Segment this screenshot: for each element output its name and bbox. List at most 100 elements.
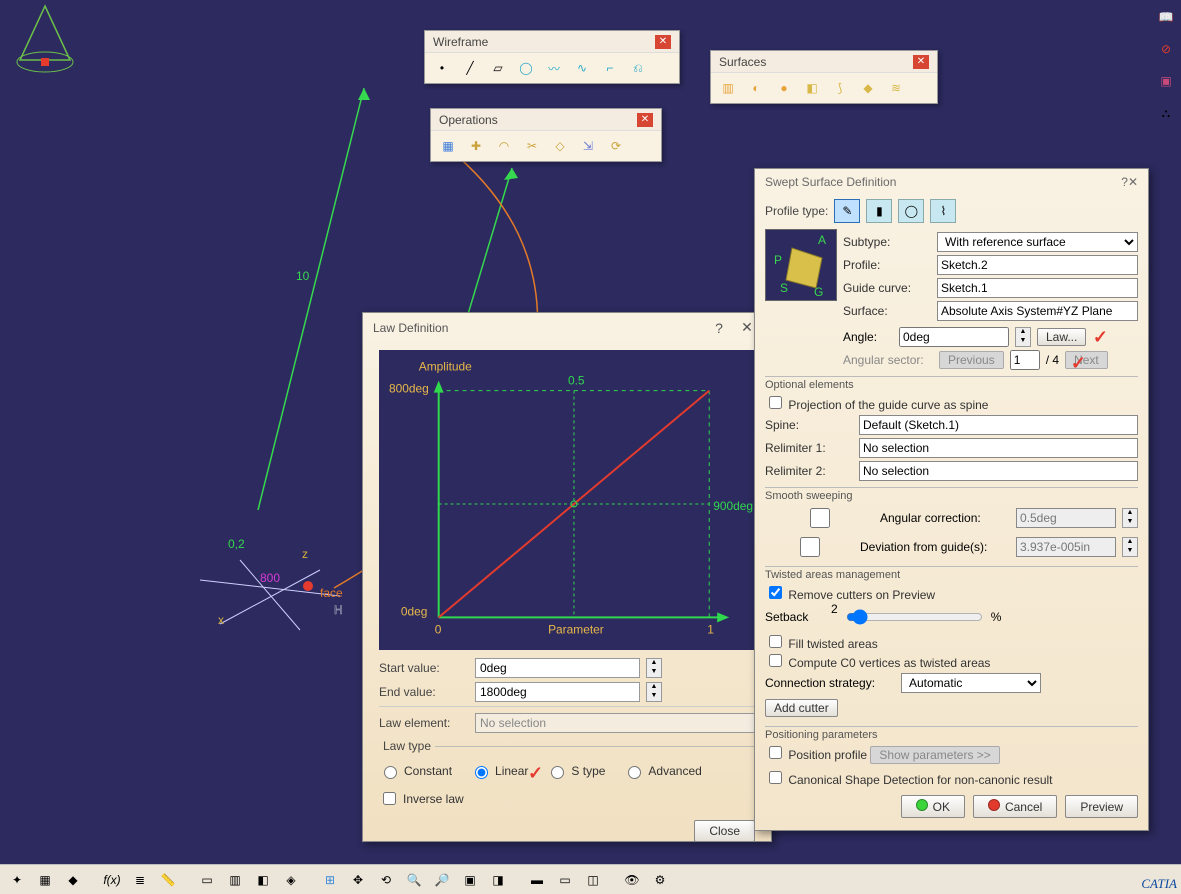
pos-profile-checkbox[interactable]: [769, 746, 782, 759]
wireframe-view-icon[interactable]: ▭: [554, 869, 576, 891]
radio-linear[interactable]: Linear: [470, 763, 528, 779]
revolve-icon[interactable]: ◐: [745, 77, 767, 99]
previous-button[interactable]: Previous: [939, 351, 1004, 369]
law-button[interactable]: Law...: [1037, 328, 1086, 346]
close-icon[interactable]: ✕: [655, 35, 671, 49]
angcorr-checkbox[interactable]: [769, 508, 871, 528]
surface-input[interactable]: [937, 301, 1138, 321]
profile-type-conic-icon[interactable]: ⌇: [930, 199, 956, 223]
error-icon[interactable]: ⊘: [1155, 38, 1177, 60]
curve-icon[interactable]: ∿: [571, 57, 593, 79]
dev-checkbox[interactable]: [769, 537, 851, 557]
extrude-icon[interactable]: ▥: [717, 77, 739, 99]
compass-icon[interactable]: [0, 0, 90, 90]
fill-twisted-checkbox[interactable]: [769, 635, 782, 648]
join-icon[interactable]: ▦: [437, 135, 459, 157]
plane-icon[interactable]: ▱: [487, 57, 509, 79]
pcs-icon[interactable]: ▣: [1155, 70, 1177, 92]
setback-slider[interactable]: [846, 607, 983, 627]
close-button[interactable]: Close: [694, 820, 755, 842]
settings-icon[interactable]: ⚙: [649, 869, 671, 891]
preview-button[interactable]: Preview: [1065, 795, 1138, 818]
end-value-input[interactable]: [475, 682, 640, 702]
point-icon[interactable]: •: [431, 57, 453, 79]
formula-icon[interactable]: f(x): [101, 869, 123, 891]
split-icon[interactable]: ◠: [493, 135, 515, 157]
measure-icon[interactable]: 📏: [157, 869, 179, 891]
hlr-icon[interactable]: ◫: [582, 869, 604, 891]
profile-type-explicit-icon[interactable]: ✎: [834, 199, 860, 223]
angcorr-spinner[interactable]: ▲▼: [1122, 508, 1138, 528]
extract-icon[interactable]: ⇲: [577, 135, 599, 157]
canonical-checkbox[interactable]: [769, 771, 782, 784]
dev-spinner[interactable]: ▲▼: [1122, 537, 1138, 557]
subtype-select[interactable]: With reference surface: [937, 232, 1138, 252]
remove-cutters-checkbox[interactable]: [769, 586, 782, 599]
view1-icon[interactable]: ▭: [196, 869, 218, 891]
grid-icon[interactable]: ▦: [34, 869, 56, 891]
zoom-out-icon[interactable]: 🔎: [431, 869, 453, 891]
sweep-icon[interactable]: ⟆: [829, 77, 851, 99]
inverse-law-checkbox[interactable]: [383, 792, 396, 805]
law-element-input[interactable]: [475, 713, 755, 733]
sphere-icon[interactable]: ●: [773, 77, 795, 99]
radio-stype[interactable]: S type: [546, 763, 605, 779]
angcorr-input[interactable]: [1016, 508, 1116, 528]
radio-advanced[interactable]: Advanced: [623, 763, 701, 779]
profile-type-line-icon[interactable]: ▮: [866, 199, 892, 223]
zoom-in-icon[interactable]: 🔍: [403, 869, 425, 891]
start-value-spinner[interactable]: ▲▼: [646, 658, 662, 678]
close-icon[interactable]: ✕: [913, 55, 929, 69]
connect-icon[interactable]: ⎌: [627, 57, 649, 79]
normal-view-icon[interactable]: ▣: [459, 869, 481, 891]
pan-icon[interactable]: ✥: [347, 869, 369, 891]
help-icon[interactable]: ?: [1121, 175, 1128, 189]
line-icon[interactable]: ╱: [459, 57, 481, 79]
spine-input[interactable]: [859, 415, 1138, 435]
conn-select[interactable]: Automatic: [901, 673, 1041, 693]
trim-icon[interactable]: ✂: [521, 135, 543, 157]
view2-icon[interactable]: ▥: [224, 869, 246, 891]
show-params-button[interactable]: Show parameters >>: [870, 746, 999, 764]
loft-icon[interactable]: ≋: [885, 77, 907, 99]
start-value-input[interactable]: [475, 658, 640, 678]
surfaces-toolbox[interactable]: Surfaces ✕ ▥ ◐ ● ◧ ⟆ ◆ ≋: [710, 50, 938, 104]
corner-icon[interactable]: ⌐: [599, 57, 621, 79]
help-icon[interactable]: ?: [705, 320, 733, 336]
iso-view-icon[interactable]: ◨: [487, 869, 509, 891]
compass-icon[interactable]: ◆: [62, 869, 84, 891]
wireframe-toolbox[interactable]: Wireframe ✕ • ╱ ▱ ◯ 〰 ∿ ⌐ ⎌: [424, 30, 680, 84]
relim2-input[interactable]: [859, 461, 1138, 481]
angle-input[interactable]: [899, 327, 1009, 347]
close-icon[interactable]: ✕: [1128, 175, 1138, 189]
spline-icon[interactable]: 〰: [543, 57, 565, 79]
sector-input[interactable]: [1010, 350, 1040, 370]
relim1-input[interactable]: [859, 438, 1138, 458]
rotate-icon[interactable]: ⟲: [375, 869, 397, 891]
hide-show-icon[interactable]: 👁: [621, 869, 643, 891]
next-button[interactable]: Next: [1065, 351, 1108, 369]
angle-spinner[interactable]: ▲▼: [1015, 327, 1031, 347]
catalog-icon[interactable]: 📖: [1155, 6, 1177, 28]
close-icon[interactable]: ✕: [637, 113, 653, 127]
fit-all-icon[interactable]: ⊞: [319, 869, 341, 891]
circle-icon[interactable]: ◯: [515, 57, 537, 79]
boundary-icon[interactable]: ◇: [549, 135, 571, 157]
add-cutter-button[interactable]: Add cutter: [765, 699, 838, 717]
law-definition-dialog[interactable]: Law Definition ? ✕ Amplitude 800deg 0deg…: [362, 312, 772, 842]
guide-input[interactable]: [937, 278, 1138, 298]
axis-icon[interactable]: ✦: [6, 869, 28, 891]
end-value-spinner[interactable]: ▲▼: [646, 682, 662, 702]
fill-icon[interactable]: ◆: [857, 77, 879, 99]
thread-icon[interactable]: ≣: [129, 869, 151, 891]
cube-icon[interactable]: ◧: [252, 869, 274, 891]
profile-type-circle-icon[interactable]: ◯: [898, 199, 924, 223]
material-icon[interactable]: ◈: [280, 869, 302, 891]
dev-input[interactable]: [1016, 537, 1116, 557]
compute-c0-checkbox[interactable]: [769, 654, 782, 667]
shading-icon[interactable]: ▬: [526, 869, 548, 891]
healing-icon[interactable]: ✚: [465, 135, 487, 157]
ok-button[interactable]: OK: [901, 795, 965, 818]
radio-constant[interactable]: Constant: [379, 763, 452, 779]
transform-icon[interactable]: ⟳: [605, 135, 627, 157]
